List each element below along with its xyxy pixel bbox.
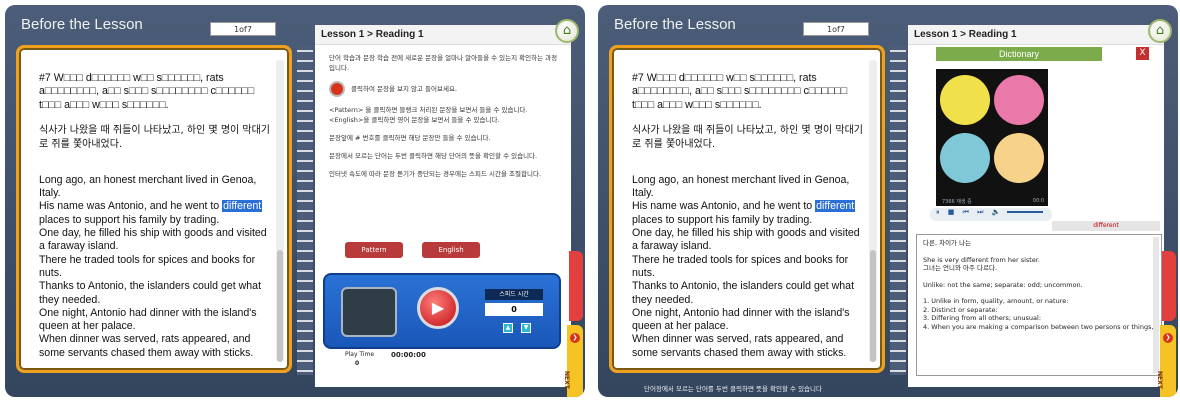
home-icon[interactable]: ⌂ (555, 19, 579, 43)
passage-line[interactable]: One day, he filled his ship with goods a… (39, 227, 275, 254)
video-counter: 00:0 (1032, 198, 1044, 204)
passage-line[interactable]: His name was Antonio, and he went to dif… (632, 200, 868, 213)
left-screen: Before the Lesson 1of7 #7 W□□□ d□□□□□□ w… (5, 5, 585, 397)
video-controls[interactable]: ⏸ ■ ⏮ ⏭ 🔈 (930, 208, 1052, 221)
definition-item: 1. Unlike in form, quality, amount, or n… (923, 297, 1069, 305)
pattern-button[interactable]: Pattern (345, 242, 403, 258)
play-hint-text: 클릭하여 문장을 보지 않고 들어보세요. (351, 85, 458, 93)
garbled-sentence[interactable]: #7 W□□□ d□□□□□□ w□□ s□□□□□□, rats a□□□□□… (632, 72, 868, 112)
passage-line[interactable]: places to support his family by trading. (39, 214, 275, 227)
definition-box: 다른, 차이가 나는 She is very different from he… (916, 234, 1162, 376)
play-time-label: Play Time (345, 351, 375, 358)
next-arrow-icon: ❯ (1163, 333, 1173, 343)
pause-icon[interactable]: ⏸ (936, 208, 940, 216)
speed-label: 스피드 시간 (485, 289, 543, 300)
instruction-page: Lesson 1 > Reading 1 ⌂ 단어 학습과 문장 학습 전에 새… (315, 19, 583, 397)
passage-scrollbar[interactable] (869, 60, 877, 362)
tip-text: 문장앞에 # 번호를 클릭하면 해당 문장만 들을 수 있습니다. (329, 134, 491, 142)
player-screen (341, 287, 397, 337)
definition-scrollbar[interactable] (1153, 237, 1159, 373)
home-icon[interactable]: ⌂ (1148, 19, 1172, 43)
passage-text: #7 W□□□ d□□□□□□ w□□ s□□□□□□, rats a□□□□□… (39, 72, 275, 360)
face-icon (940, 133, 990, 183)
video-frame (936, 69, 1048, 201)
mode-buttons: Pattern English (345, 237, 494, 258)
audio-player: ▶ 스피드 시간 0 ▲ ▼ (323, 273, 561, 349)
passage-line[interactable]: There he traded tools for spices and boo… (632, 254, 868, 281)
next-arrow-icon: ❯ (570, 333, 580, 343)
speed-value[interactable]: 0 (485, 303, 543, 316)
passage-line[interactable]: Long ago, an honest merchant lived in Ge… (39, 174, 275, 201)
footer-hint: 단어장에서 모르는 단어를 두번 클릭하면 뜻을 확인할 수 있습니다 (644, 385, 822, 393)
korean-translation: 식사가 나왔을 때 쥐들이 나타났고, 하인 몇 명이 막대기로 쥐를 쫓아내었… (39, 124, 271, 150)
intro-text: 단어 학습과 문장 학습 전에 새로운 문장을 얼마나 알아들을 수 있는지 확… (329, 54, 558, 72)
dictionary-word: different (1052, 221, 1160, 231)
page-title: Lesson 1 > Reading 1 (315, 25, 571, 45)
passage-line[interactable]: There he traded tools for spices and boo… (39, 254, 275, 281)
passage-line[interactable]: When dinner was served, rats appeared, a… (39, 333, 275, 360)
play-small-icon[interactable] (329, 81, 345, 97)
next-icon[interactable]: ⏭ (977, 208, 983, 216)
passage-line[interactable]: Thanks to Antonio, the islanders could g… (632, 280, 868, 307)
passage-panel: #7 W□□□ d□□□□□□ w□□ s□□□□□□, rats a□□□□□… (16, 45, 292, 373)
tip-text: 인터넷 속도에 따라 문장 듣기가 중단되는 경우에는 스피드 시간을 조절합니… (329, 170, 542, 178)
definition-item: 3. Differing from all others; unusual: (923, 314, 1042, 322)
passage-panel: #7 W□□□ d□□□□□□ w□□ s□□□□□□, rats a□□□□□… (609, 45, 885, 373)
play-time-value: 00:00:00 (391, 351, 426, 359)
passage-line[interactable]: One night, Antonio had dinner with the i… (39, 307, 275, 334)
next-tab[interactable]: ❯ NEXT (563, 325, 583, 397)
english-button[interactable]: English (422, 242, 481, 258)
passage-line[interactable]: When dinner was served, rats appeared, a… (632, 333, 868, 360)
dictionary-page: Lesson 1 > Reading 1 ⌂ Dictionary X 7366… (908, 19, 1176, 397)
passage-scrollbar[interactable] (276, 60, 284, 362)
scrollbar-thumb[interactable] (277, 250, 283, 362)
passage-line[interactable]: His name was Antonio, and he went to dif… (39, 200, 275, 213)
definition-text: She is very different from her sister. 그녀… (923, 255, 1040, 273)
tip-text: 문장에서 모르는 단어는 두번 클릭하면 해당 단어의 뜻을 확인할 수 있습니… (329, 152, 538, 160)
side-tab[interactable] (1162, 251, 1176, 321)
korean-translation: 식사가 나왔을 때 쥐들이 나타났고, 하인 몇 명이 막대기로 쥐를 쫓아내었… (632, 124, 864, 150)
volume-slider[interactable] (1006, 211, 1043, 213)
page-indicator: 1of7 (210, 22, 276, 36)
side-tab[interactable] (569, 251, 583, 321)
page-title: Lesson 1 > Reading 1 (908, 25, 1164, 45)
highlighted-word[interactable]: different (222, 200, 263, 213)
close-button[interactable]: X (1136, 47, 1149, 60)
header-title: Before the Lesson (614, 16, 736, 33)
play-icon[interactable]: ▶ (417, 287, 459, 329)
passage-line[interactable]: One night, Antonio had dinner with the i… (632, 307, 868, 334)
header-title: Before the Lesson (21, 16, 143, 33)
passage-line[interactable]: Long ago, an honest merchant lived in Ge… (632, 174, 868, 201)
prev-icon[interactable]: ⏮ (963, 208, 969, 216)
video-caption: 7366 재생 중 00:0 (936, 198, 1048, 206)
page-indicator: 1of7 (803, 22, 869, 36)
play-hint-row: 클릭하여 문장을 보지 않고 들어보세요. (329, 81, 561, 97)
definition-text: Unlike: not the same; separate: odd; unc… (923, 280, 1083, 289)
garbled-sentence[interactable]: #7 W□□□ d□□□□□□ w□□ s□□□□□□, rats a□□□□□… (39, 72, 275, 112)
face-icon (940, 75, 990, 125)
binder-rings (890, 45, 906, 375)
scrollbar-thumb[interactable] (870, 250, 876, 362)
face-icon (994, 133, 1044, 183)
passage-line[interactable]: Thanks to Antonio, the islanders could g… (39, 280, 275, 307)
volume-icon[interactable]: 🔈 (992, 208, 1001, 216)
passage-line[interactable]: places to support his family by trading. (632, 214, 868, 227)
dictionary-title: Dictionary (936, 47, 1102, 61)
highlighted-word[interactable]: different (815, 200, 856, 213)
face-icon (994, 75, 1044, 125)
instructions: 단어 학습과 문장 학습 전에 새로운 문장을 얼마나 알아들을 수 있는지 확… (329, 53, 561, 187)
next-tab[interactable]: ❯ NEXT (1156, 325, 1176, 397)
speed-up-icon[interactable]: ▲ (503, 323, 513, 333)
passage-text: #7 W□□□ d□□□□□□ w□□ s□□□□□□, rats a□□□□□… (632, 72, 868, 360)
definition-text: 다른, 차이가 나는 (923, 239, 972, 247)
right-screen: Before the Lesson 1of7 #7 W□□□ d□□□□□□ w… (598, 5, 1178, 397)
passage-line[interactable]: One day, he filled his ship with goods a… (632, 227, 868, 254)
tip-text: <Pattern> 을 클릭하면 블랭크 처리된 문장을 보면서 들을 수 있습… (329, 106, 528, 124)
stop-icon[interactable]: ■ (948, 208, 955, 216)
play-time-count: 0 (355, 360, 360, 367)
definition-item: 2. Distinct or separate: (923, 305, 998, 314)
binder-rings (297, 45, 313, 375)
definition-item: 4. When you are making a comparison betw… (923, 322, 1154, 331)
speed-down-icon[interactable]: ▼ (521, 323, 531, 333)
